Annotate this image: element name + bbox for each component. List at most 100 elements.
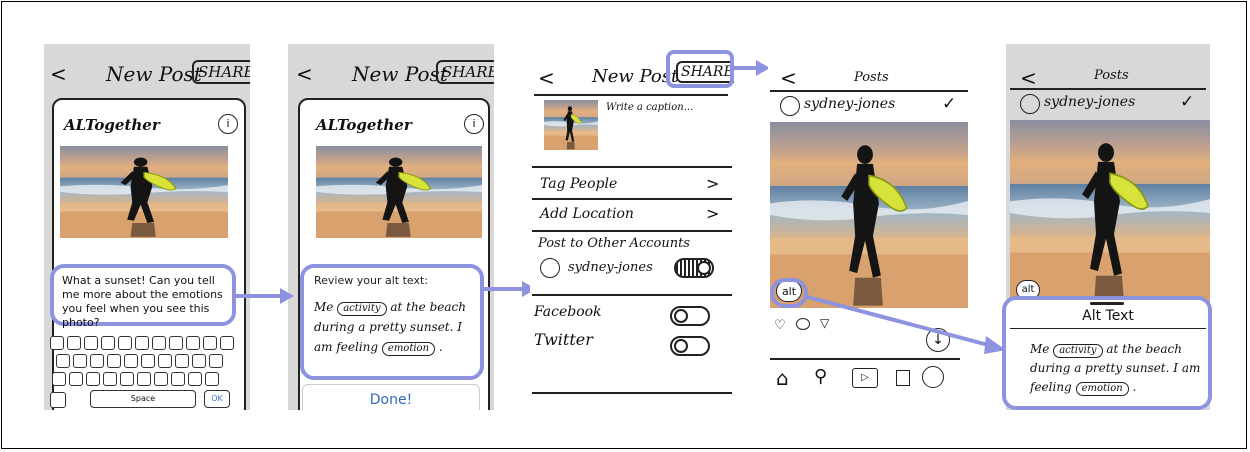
key[interactable] [175,354,189,368]
facebook-toggle[interactable] [670,306,710,326]
divider [532,230,732,232]
back-button[interactable]: < [780,66,797,90]
review-label: Review your alt text: [314,274,428,287]
key[interactable] [137,372,151,386]
divider [770,90,968,92]
key[interactable] [158,354,172,368]
add-location-item[interactable]: Add Location [540,206,634,222]
back-button[interactable]: < [1020,66,1037,90]
screen-ask-emotion: < New Post SHARE ALTogether i Space OK [44,44,250,410]
search-icon[interactable]: ⚲ [814,366,827,387]
post-other-heading: Post to Other Accounts [538,236,690,251]
like-icon[interactable]: ♡ [774,318,786,333]
key[interactable] [209,354,223,368]
key[interactable] [135,336,149,350]
key[interactable] [141,354,155,368]
key[interactable] [220,336,234,350]
key[interactable] [69,372,83,386]
divider [532,392,732,394]
key[interactable] [101,336,115,350]
alt-text-pre: Me [1030,342,1050,356]
prompt-text: What a sunset! Can you tell me more abou… [62,274,223,329]
divider [1010,88,1206,90]
header-title: Posts [1094,68,1129,83]
key[interactable] [103,372,117,386]
divider [532,294,732,296]
emotion-slot: emotion [1075,382,1129,396]
avatar-icon[interactable] [1020,94,1040,114]
app-name: ALTogether [64,116,160,134]
avatar-icon[interactable] [780,96,800,116]
reels-icon[interactable]: ▷ [852,368,878,388]
activity-slot: activity [1053,344,1103,358]
flow-arrow-1 [236,288,294,304]
home-icon[interactable]: ⌂ [776,366,789,390]
account-toggle[interactable] [674,258,714,278]
tag-people-item[interactable]: Tag People [540,176,617,192]
chevron-right-icon: > [706,174,720,193]
flow-arrow-2 [484,281,536,297]
divider [532,198,732,200]
drag-handle[interactable] [1090,302,1124,305]
twitter-toggle[interactable] [670,336,710,356]
key[interactable] [86,372,100,386]
caption-input[interactable]: Write a caption... [606,102,693,113]
ok-key[interactable]: OK [204,390,230,408]
activity-slot[interactable]: activity [337,302,387,316]
key[interactable] [118,336,132,350]
facebook-label: Facebook [534,304,602,320]
key[interactable] [203,336,217,350]
post-photo [1010,120,1210,306]
shift-key[interactable] [52,372,66,386]
username[interactable]: sydney-jones [804,96,895,112]
key[interactable] [56,354,70,368]
key[interactable] [73,354,87,368]
app-name: ALTogether [316,116,412,134]
share-button[interactable]: SHARE [436,60,494,84]
back-button[interactable]: < [50,62,67,86]
avatar-icon [540,258,560,278]
prompt-bubble: What a sunset! Can you tell me more abou… [50,264,236,329]
key[interactable] [50,336,64,350]
key[interactable] [154,372,168,386]
key[interactable] [188,372,202,386]
info-icon[interactable]: i [464,114,484,134]
numbers-key[interactable] [50,392,66,408]
check-icon: ✓ [1180,92,1195,112]
divider [534,94,728,96]
key[interactable] [67,336,81,350]
key[interactable] [192,354,206,368]
shop-icon[interactable] [896,370,910,386]
key[interactable] [84,336,98,350]
done-button[interactable]: Done! [302,384,480,410]
info-icon[interactable]: i [218,114,238,134]
review-bubble: Review your alt text: Me activity at the… [300,264,484,380]
share-button[interactable]: SHARE [192,60,250,84]
emotion-slot[interactable]: emotion [381,342,436,356]
divider [532,166,732,168]
alt-text-pre: Me [314,300,334,314]
post-thumbnail [544,100,598,150]
key[interactable] [90,354,104,368]
chevron-right-icon: > [706,204,720,223]
key[interactable] [124,354,138,368]
key[interactable] [205,372,219,386]
key[interactable] [120,372,134,386]
header-title: New Post [352,62,448,86]
key[interactable] [152,336,166,350]
username[interactable]: sydney-jones [1044,94,1135,110]
flow-arrow-4 [803,294,1006,354]
divider [770,358,960,360]
profile-icon[interactable] [922,366,944,388]
space-key[interactable]: Space [90,390,196,408]
key[interactable] [186,336,200,350]
back-button[interactable]: < [296,62,313,86]
key[interactable] [169,336,183,350]
key[interactable] [107,354,121,368]
surfer-photo [316,146,482,238]
key[interactable] [171,372,185,386]
alt-text-final: Me activity at the beach during a pretty… [1030,340,1206,397]
alt-text-draft[interactable]: Me activity at the beach during a pretty… [314,297,470,357]
alt-text-popup: Alt Text Me activity at the beach during… [1002,296,1212,410]
back-button[interactable]: < [538,66,555,90]
